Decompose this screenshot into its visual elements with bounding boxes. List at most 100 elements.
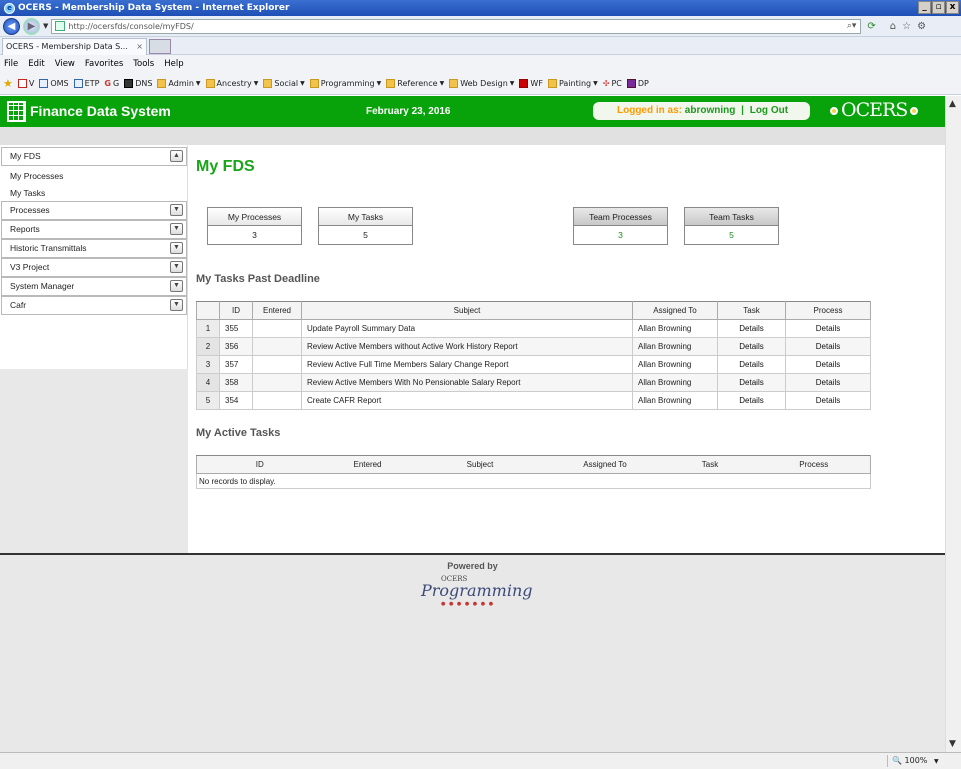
- summary-team-tasks[interactable]: Team Tasks 5: [684, 207, 779, 245]
- gear-icon[interactable]: ⚙: [917, 21, 926, 32]
- column-header-entered[interactable]: Entered: [252, 301, 302, 320]
- chevron-down-icon[interactable]: ▼: [170, 280, 183, 292]
- column-header-process[interactable]: Process: [757, 455, 871, 474]
- column-header-entered[interactable]: Entered: [322, 455, 413, 474]
- task-details-link[interactable]: Details: [717, 337, 786, 356]
- summary-my-processes[interactable]: My Processes 3: [207, 207, 302, 245]
- favorites-star-icon[interactable]: ★: [3, 77, 13, 90]
- scroll-down-icon[interactable]: ▼: [949, 739, 956, 749]
- history-dropdown-icon[interactable]: ▼: [43, 22, 48, 30]
- summary-team-processes[interactable]: Team Processes 3: [573, 207, 668, 245]
- fav-item[interactable]: GG: [104, 79, 119, 88]
- sidebar-section-processes[interactable]: Processes ▼: [1, 201, 187, 220]
- fav-item[interactable]: DP: [626, 79, 649, 88]
- chevron-down-icon[interactable]: ▼: [170, 242, 183, 254]
- sidebar-section-reports[interactable]: Reports ▼: [1, 220, 187, 239]
- task-details-link[interactable]: Details: [717, 391, 786, 410]
- fav-folder[interactable]: Programming ▼: [309, 79, 381, 88]
- logout-link[interactable]: Log Out: [750, 105, 788, 116]
- fav-item[interactable]: ✣ PC: [603, 79, 622, 88]
- sidebar-section-my-fds[interactable]: My FDS ▲: [1, 147, 187, 166]
- minimize-button[interactable]: _: [918, 1, 931, 14]
- zoom-control[interactable]: 🔍 100% ▼: [887, 755, 943, 767]
- process-details-link[interactable]: Details: [785, 337, 871, 356]
- chevron-down-icon[interactable]: ▼: [170, 204, 183, 216]
- column-header-task[interactable]: Task: [717, 301, 786, 320]
- sidebar-section-historic-transmittals[interactable]: Historic Transmittals ▼: [1, 239, 187, 258]
- column-header-id[interactable]: ID: [219, 301, 253, 320]
- fav-item[interactable]: OMS: [39, 79, 69, 88]
- chevron-down-icon[interactable]: ▼: [934, 758, 939, 765]
- vertical-scrollbar[interactable]: ▲ ▼: [945, 96, 961, 752]
- page-icon: [73, 79, 83, 88]
- summary-my-tasks[interactable]: My Tasks 5: [318, 207, 413, 245]
- fav-folder[interactable]: Social ▼: [263, 79, 305, 88]
- empty-message: No records to display.: [196, 473, 871, 489]
- menu-tools[interactable]: Tools: [133, 59, 154, 69]
- column-header-assigned-to[interactable]: Assigned To: [632, 301, 718, 320]
- sidebar-item-my-tasks[interactable]: My Tasks: [10, 188, 45, 198]
- back-button[interactable]: ◀: [3, 17, 20, 35]
- fav-folder[interactable]: Painting ▼: [547, 79, 598, 88]
- assigned-to: Allan Browning: [632, 373, 718, 392]
- chevron-down-icon[interactable]: ▼: [170, 299, 183, 311]
- tab-label: OCERS - Membership Data S...: [6, 42, 128, 51]
- sidebar-section-cafr[interactable]: Cafr ▼: [1, 296, 187, 315]
- menu-edit[interactable]: Edit: [28, 59, 44, 69]
- column-header-subject[interactable]: Subject: [301, 301, 633, 320]
- folder-icon: [449, 79, 459, 88]
- login-status: Logged in as: abrowning | Log Out: [593, 102, 810, 120]
- browser-tab[interactable]: OCERS - Membership Data S... ×: [2, 38, 147, 55]
- sidebar-item-my-processes[interactable]: My Processes: [10, 171, 63, 181]
- sidebar-section-system-manager[interactable]: System Manager ▼: [1, 277, 187, 296]
- fav-folder[interactable]: Web Design ▼: [449, 79, 514, 88]
- scroll-up-icon[interactable]: ▲: [949, 99, 956, 109]
- dns-icon: [124, 79, 134, 88]
- fav-item[interactable]: WF: [519, 79, 543, 88]
- tab-close-icon[interactable]: ×: [136, 39, 143, 54]
- close-button[interactable]: x: [946, 1, 959, 14]
- favorites-bar: ★ V OMS ETP GG DNS Admin ▼ Ancestry ▼ Soci…: [0, 73, 961, 95]
- task-details-link[interactable]: Details: [717, 355, 786, 374]
- menu-file[interactable]: File: [4, 59, 18, 69]
- menu-favorites[interactable]: Favorites: [85, 59, 123, 69]
- star-icon[interactable]: ☆: [902, 21, 911, 32]
- home-icon[interactable]: ⌂: [890, 21, 896, 32]
- address-row: ◀ ▶ ▼ http://ocersfds/console/myFDS/ ⌕▾ …: [0, 16, 961, 37]
- restore-button[interactable]: ▫: [932, 1, 945, 14]
- table-row: 5 354 Create CAFR Report Allan Browning …: [196, 391, 871, 410]
- search-icon[interactable]: ⌕▾: [847, 21, 857, 31]
- menu-help[interactable]: Help: [164, 59, 183, 69]
- address-bar[interactable]: http://ocersfds/console/myFDS/ ⌕▾: [51, 18, 862, 34]
- fav-folder[interactable]: Admin ▼: [157, 79, 201, 88]
- process-details-link[interactable]: Details: [785, 319, 871, 338]
- fav-item[interactable]: V: [17, 79, 34, 88]
- task-details-link[interactable]: Details: [717, 373, 786, 392]
- fav-folder[interactable]: Reference ▼: [386, 79, 444, 88]
- chevron-down-icon[interactable]: ▼: [170, 223, 183, 235]
- fav-item[interactable]: DNS: [124, 79, 152, 88]
- process-details-link[interactable]: Details: [785, 373, 871, 392]
- task-id: 354: [219, 391, 253, 410]
- new-tab-button[interactable]: [149, 39, 171, 54]
- task-details-link[interactable]: Details: [717, 319, 786, 338]
- sidebar-section-v3-project[interactable]: V3 Project ▼: [1, 258, 187, 277]
- page-footer: Powered by OCERS Programming ● ● ● ● ● ●…: [0, 553, 945, 752]
- fav-folder[interactable]: Ancestry ▼: [205, 79, 258, 88]
- table-row: 3 357 Review Active Full Time Members Sa…: [196, 355, 871, 374]
- refresh-icon[interactable]: ⟳: [867, 21, 875, 32]
- column-header-subject[interactable]: Subject: [412, 455, 548, 474]
- column-header-task[interactable]: Task: [662, 455, 758, 474]
- chevron-down-icon[interactable]: ▼: [170, 261, 183, 273]
- column-header-process[interactable]: Process: [785, 301, 871, 320]
- section-title-active-tasks: My Active Tasks: [196, 427, 281, 439]
- column-header-id[interactable]: ID: [196, 455, 323, 474]
- chevron-up-icon[interactable]: ▲: [170, 150, 183, 162]
- forward-button[interactable]: ▶: [23, 17, 40, 35]
- process-details-link[interactable]: Details: [785, 355, 871, 374]
- column-header-assigned-to[interactable]: Assigned To: [547, 455, 663, 474]
- process-details-link[interactable]: Details: [785, 391, 871, 410]
- menu-view[interactable]: View: [55, 59, 75, 69]
- v-icon: [17, 79, 27, 88]
- fav-item[interactable]: ETP: [73, 79, 99, 88]
